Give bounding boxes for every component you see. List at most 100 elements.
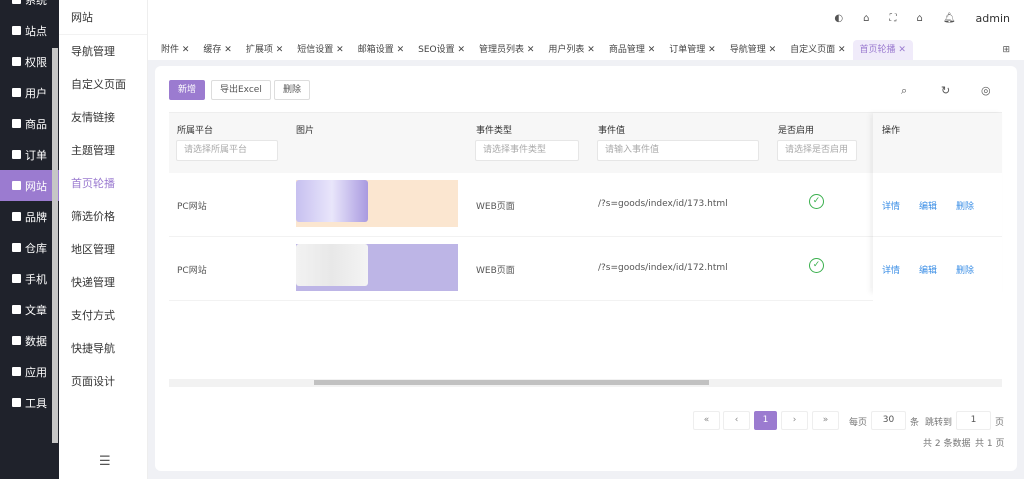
prev-page-button[interactable]: ‹: [723, 411, 750, 430]
enabled-filter[interactable]: 请选择是否启用: [777, 140, 857, 161]
banner-image[interactable]: [296, 244, 458, 291]
tab[interactable]: 短信设置 ✕: [290, 40, 350, 60]
content-card: 新增 导出Excel 删除 ⌕ ↻ ◎ 所属平台 图片 事件类型 事件值 是否启…: [155, 66, 1017, 471]
sidebar-item-website[interactable]: 网站: [0, 170, 59, 201]
tab[interactable]: 邮箱设置 ✕: [351, 40, 411, 60]
store-icon[interactable]: ⌂: [863, 13, 869, 24]
edit-link[interactable]: 编辑: [919, 199, 937, 212]
sidebar-item-site[interactable]: 站点: [0, 15, 59, 46]
detail-link[interactable]: 详情: [882, 263, 900, 276]
delete-link[interactable]: 删除: [956, 263, 974, 276]
check-circle-icon: ✓: [809, 194, 824, 209]
goods-icon: [12, 119, 21, 128]
horizontal-scrollbar[interactable]: [169, 379, 1002, 387]
submenu-item[interactable]: 自定义页面: [59, 68, 147, 101]
submenu-item[interactable]: 地区管理: [59, 233, 147, 266]
submenu-item[interactable]: 快捷导航: [59, 332, 147, 365]
delete-button[interactable]: 删除: [274, 80, 311, 100]
bell-icon[interactable]: 🔔︎: [943, 13, 956, 24]
sidebar-item-permission[interactable]: 权限: [0, 46, 59, 77]
col-event-value[interactable]: 事件值: [598, 123, 625, 136]
edit-link[interactable]: 编辑: [919, 263, 937, 276]
total-pages: 共 1 页: [975, 439, 1005, 449]
col-enabled[interactable]: 是否启用: [778, 123, 814, 136]
detail-link[interactable]: 详情: [882, 199, 900, 212]
submenu-item[interactable]: 筛选价格: [59, 200, 147, 233]
tab[interactable]: 订单管理 ✕: [662, 40, 722, 60]
submenu-item[interactable]: 页面设计: [59, 365, 147, 398]
sidebar-item-warehouse[interactable]: 仓库: [0, 232, 59, 263]
mobile-icon: [12, 274, 21, 283]
tabs-menu-icon[interactable]: ⊞: [1002, 40, 1010, 60]
sidebar-scrollbar[interactable]: [52, 48, 58, 443]
brand-icon: [12, 212, 21, 221]
sidebar-item-app[interactable]: 应用: [0, 356, 59, 387]
first-page-button[interactable]: «: [693, 411, 720, 430]
tab[interactable]: SEO设置 ✕: [411, 40, 472, 60]
page-1-button[interactable]: 1: [754, 411, 777, 430]
actions-column: 操作 详情 编辑 删除 详情 编辑 删除: [873, 113, 1002, 301]
monitor-icon: [12, 181, 21, 190]
sidebar-item-system[interactable]: 系统: [0, 0, 59, 15]
main-sidebar: 系统 站点 权限 用户 商品 订单 网站 品牌 仓库 手机 文章 数据 应用 工…: [0, 0, 59, 479]
sidebar-item-order[interactable]: 订单: [0, 139, 59, 170]
delete-link[interactable]: 删除: [956, 199, 974, 212]
refresh-icon[interactable]: ↻: [941, 84, 950, 97]
last-page-button[interactable]: »: [812, 411, 839, 430]
next-page-button[interactable]: ›: [781, 411, 808, 430]
user-lock-icon: [12, 57, 21, 66]
sidebar-item-tools[interactable]: 工具: [0, 387, 59, 418]
tab-active[interactable]: 首页轮播 ✕: [852, 40, 913, 60]
tab[interactable]: 自定义页面 ✕: [783, 40, 852, 60]
top-header: ◐ ⌂ ⛶ ⌂ 🔔︎ admin: [148, 0, 1024, 36]
export-excel-button[interactable]: 导出Excel: [211, 80, 271, 100]
warehouse-icon: [12, 243, 21, 252]
fullscreen-icon[interactable]: ⛶: [889, 13, 896, 24]
submenu-item-active[interactable]: 首页轮播: [59, 167, 147, 200]
submenu: 网站 导航管理 自定义页面 友情链接 主题管理 首页轮播 筛选价格 地区管理 快…: [59, 0, 148, 479]
theme-icon[interactable]: ◐: [834, 13, 843, 24]
submenu-title: 网站: [59, 0, 147, 35]
tab[interactable]: 管理员列表 ✕: [472, 40, 541, 60]
sidebar-item-data[interactable]: 数据: [0, 325, 59, 356]
add-button[interactable]: 新增: [169, 80, 206, 100]
collapse-menu-icon[interactable]: ☰: [99, 454, 111, 469]
tab[interactable]: 缓存 ✕: [196, 40, 238, 60]
search-icon[interactable]: ⌕: [901, 84, 907, 98]
col-event-type[interactable]: 事件类型: [476, 123, 512, 136]
submenu-item[interactable]: 支付方式: [59, 299, 147, 332]
tab[interactable]: 附件 ✕: [154, 40, 196, 60]
tab[interactable]: 商品管理 ✕: [602, 40, 662, 60]
data-table: 所属平台 图片 事件类型 事件值 是否启用 请选择所属平台 请选择事件类型 请输…: [169, 112, 1002, 387]
sliders-icon: [12, 26, 21, 35]
settings-icon[interactable]: ◎: [981, 84, 991, 97]
user-name[interactable]: admin: [976, 12, 1010, 25]
tab[interactable]: 导航管理 ✕: [723, 40, 783, 60]
platform-filter[interactable]: 请选择所属平台: [176, 140, 278, 161]
event-type-filter[interactable]: 请选择事件类型: [475, 140, 579, 161]
bar-chart-icon: [12, 336, 21, 345]
sidebar-item-brand[interactable]: 品牌: [0, 201, 59, 232]
tab-bar: 附件 ✕ 缓存 ✕ 扩展项 ✕ 短信设置 ✕ 邮箱设置 ✕ SEO设置 ✕ 管理…: [148, 36, 1024, 60]
tab[interactable]: 扩展项 ✕: [239, 40, 290, 60]
jump-page-input[interactable]: 1: [956, 411, 991, 430]
submenu-item[interactable]: 主题管理: [59, 134, 147, 167]
submenu-item[interactable]: 导航管理: [59, 35, 147, 68]
per-page-input[interactable]: 30: [871, 411, 906, 430]
submenu-item[interactable]: 友情链接: [59, 101, 147, 134]
home-icon[interactable]: ⌂: [916, 13, 922, 24]
total-records: 共 2 条数据: [923, 439, 971, 449]
banner-image[interactable]: [296, 180, 458, 227]
submenu-item[interactable]: 快递管理: [59, 266, 147, 299]
sidebar-item-goods[interactable]: 商品: [0, 108, 59, 139]
tab[interactable]: 用户列表 ✕: [541, 40, 601, 60]
event-value-filter[interactable]: 请输入事件值: [597, 140, 759, 161]
sidebar-item-article[interactable]: 文章: [0, 294, 59, 325]
check-circle-icon: ✓: [809, 258, 824, 273]
system-icon: [12, 0, 21, 4]
scrollbar-thumb[interactable]: [314, 380, 709, 385]
sidebar-item-user[interactable]: 用户: [0, 77, 59, 108]
col-platform[interactable]: 所属平台: [177, 123, 213, 136]
sidebar-item-mobile[interactable]: 手机: [0, 263, 59, 294]
article-icon: [12, 305, 21, 314]
